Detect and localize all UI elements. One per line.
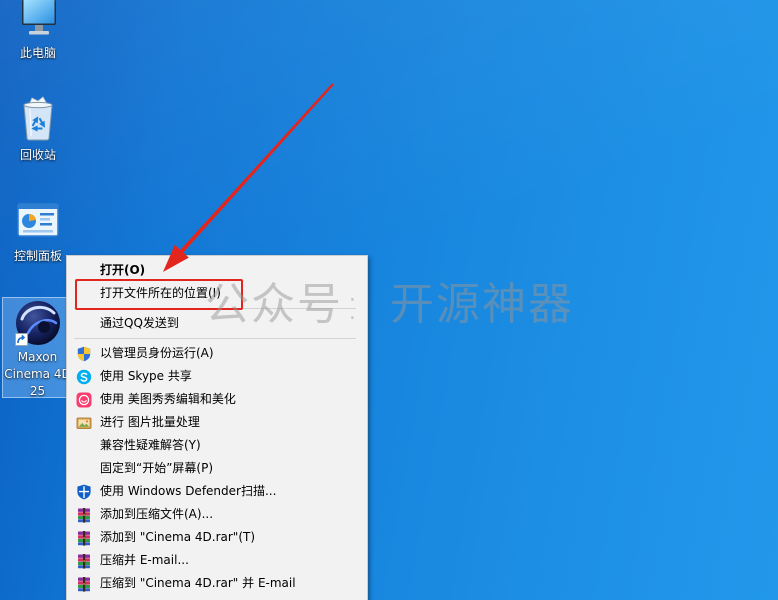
menu-item-label: 以管理员身份运行(A) xyxy=(100,346,214,360)
desktop-icon-label-line: 25 xyxy=(29,384,46,398)
uac-shield-icon xyxy=(77,346,91,361)
menu-item-label: 通过QQ发送到 xyxy=(100,316,179,330)
desktop-icon-control-panel[interactable]: 控制面板 xyxy=(0,200,76,266)
winrar-icon xyxy=(78,530,90,546)
menu-item-run-as-admin[interactable]: 以管理员身份运行(A) xyxy=(67,342,367,365)
winrar-icon xyxy=(78,553,90,569)
control-panel-icon xyxy=(17,203,59,237)
menu-item-compress-to-rar-email[interactable]: 压缩到 "Cinema 4D.rar" 并 E-mail xyxy=(67,572,367,595)
menu-item-label: 固定到“开始”屏幕(P) xyxy=(100,461,214,475)
menu-item-label: 打开(O) xyxy=(100,263,146,277)
menu-item-label: 添加到压缩文件(A)... xyxy=(100,507,214,521)
menu-item-batch-image[interactable]: 进行 图片批量处理 xyxy=(67,411,367,434)
menu-item-compress-email[interactable]: 压缩并 E-mail... xyxy=(67,549,367,572)
menu-item-label: 压缩并 E-mail... xyxy=(100,553,189,567)
batch-image-icon xyxy=(76,417,92,429)
menu-separator xyxy=(67,335,367,342)
menu-item-label: 压缩到 "Cinema 4D.rar" 并 E-mail xyxy=(100,576,296,590)
shortcut-arrow-icon xyxy=(15,333,28,346)
menu-item-label: 添加到 "Cinema 4D.rar"(T) xyxy=(100,530,256,544)
desktop-icon-label-line: Maxon xyxy=(17,350,58,364)
desktop-icon-label: 控制面板 xyxy=(13,249,62,263)
desktop-icon-label: 此电脑 xyxy=(19,46,56,60)
watermark-separator: : xyxy=(345,279,360,330)
menu-item-add-to-named-rar[interactable]: 添加到 "Cinema 4D.rar"(T) xyxy=(67,526,367,549)
menu-item-add-to-archive[interactable]: 添加到压缩文件(A)... xyxy=(67,503,367,526)
menu-item-label: 进行 图片批量处理 xyxy=(100,415,200,429)
desktop-icon-recycle-bin[interactable]: 回收站 xyxy=(0,94,76,166)
defender-shield-icon xyxy=(77,484,91,499)
winrar-icon xyxy=(78,507,90,523)
this-pc-icon xyxy=(22,0,56,35)
menu-item-share-skype[interactable]: 使用 Skype 共享 xyxy=(67,365,367,388)
recycle-bin-icon xyxy=(23,96,53,141)
menu-item-compat-troubleshoot[interactable]: 兼容性疑难解答(Y) xyxy=(67,434,367,457)
menu-item-label: 兼容性疑难解答(Y) xyxy=(100,438,201,452)
watermark-text: 公众号 xyxy=(205,279,343,330)
winrar-icon xyxy=(78,576,90,592)
menu-item-label: 使用 美图秀秀编辑和美化 xyxy=(100,392,236,406)
desktop-icon-label-line: Cinema 4D xyxy=(4,367,71,381)
skype-icon xyxy=(76,369,92,384)
meitu-icon xyxy=(76,392,92,407)
menu-item-pin-to-start[interactable]: 固定到“开始”屏幕(P) xyxy=(67,457,367,480)
desktop-icon-this-pc[interactable]: 此电脑 xyxy=(0,0,76,64)
menu-item-label: 使用 Windows Defender扫描... xyxy=(100,484,277,498)
watermark-text: 开源神器 xyxy=(390,279,574,330)
menu-item-meitu-edit[interactable]: 使用 美图秀秀编辑和美化 xyxy=(67,388,367,411)
desktop-icon-cinema4d[interactable]: Maxon Cinema 4D 25 xyxy=(2,297,73,398)
desktop-icon-label: 回收站 xyxy=(19,148,56,162)
menu-item-defender-scan[interactable]: 使用 Windows Defender扫描... xyxy=(67,480,367,503)
menu-item-label: 使用 Skype 共享 xyxy=(100,369,192,383)
